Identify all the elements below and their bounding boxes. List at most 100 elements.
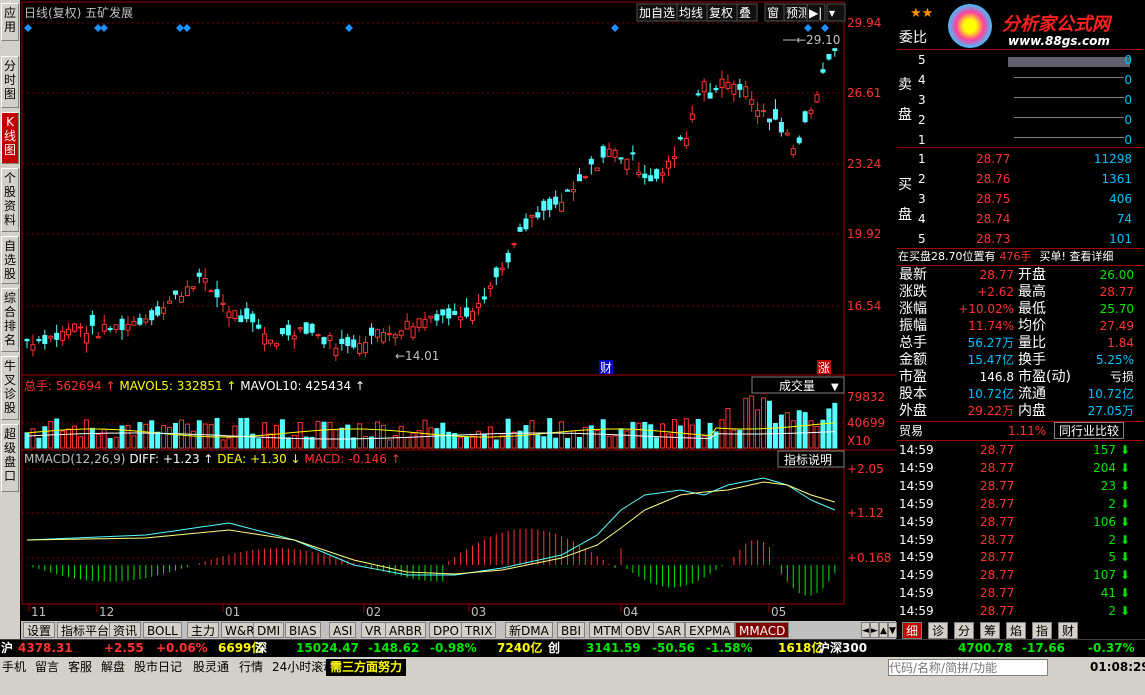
indicator-tab-1[interactable]: 指标平台 <box>57 622 114 638</box>
right-tab-5[interactable]: 指 <box>1032 622 1053 639</box>
candle-body <box>713 87 719 91</box>
sell-volume: 0 <box>1124 93 1132 107</box>
volume-bar <box>671 419 677 449</box>
indicator-tab-16[interactable]: OBV <box>621 622 655 638</box>
volume-axis-label: X10 <box>847 434 871 448</box>
brand-name: 分析家公式网 <box>1002 14 1110 35</box>
left-tab-6[interactable]: 牛叉诊股 <box>1 356 19 420</box>
candle-body <box>618 157 624 160</box>
tick-time: 14:59 <box>899 443 934 457</box>
indicator-tab-0[interactable]: 设置 <box>23 622 56 638</box>
tick-time: 14:59 <box>899 496 934 511</box>
stat-value: 27.49 <box>1099 319 1134 333</box>
left-tab-2[interactable]: K线图 <box>1 112 19 164</box>
right-tab-4[interactable]: 焰 <box>1006 622 1027 639</box>
big-order-notice[interactable]: 在买盘28.70位置有 476手 买单! 查看详细 <box>898 248 1113 265</box>
tab-scroll-icon[interactable]: ▲ <box>879 622 888 638</box>
indicator-tab-18[interactable]: EXPMA <box>685 622 735 638</box>
candle-body <box>701 81 707 93</box>
volume-bar <box>66 428 72 449</box>
weibi-label: 委比 <box>899 30 927 46</box>
kline-chart[interactable]: 29.94 26.61 23.24 19.92 16.54 日线(复权) 五矿发展 加自选均… <box>21 0 896 620</box>
footer-item-2[interactable]: 客服 <box>68 659 92 676</box>
limit-up-marker[interactable]: 涨 <box>818 360 830 375</box>
tab-scroll-icon[interactable]: ◄ <box>861 622 870 638</box>
stat-value: 15.47亿 <box>967 353 1014 367</box>
stat-value: 10.72亿 <box>1087 387 1134 401</box>
left-tab-5[interactable]: 综合排名 <box>1 288 19 352</box>
search-input[interactable] <box>888 659 1048 676</box>
right-tab-0[interactable]: 细 <box>902 622 923 639</box>
tab-scroll-icon[interactable]: ► <box>870 622 879 638</box>
footer-item-1[interactable]: 留言 <box>35 659 59 676</box>
indicator-tab-19[interactable]: MMACD <box>735 622 790 638</box>
right-tab-1[interactable]: 诊 <box>928 622 949 639</box>
indicator-tab-10[interactable]: ARBR <box>385 622 427 638</box>
candle-body <box>743 86 749 98</box>
candle-body <box>131 321 137 326</box>
candle-body <box>493 267 499 278</box>
indicator-tab-2[interactable]: 资讯 <box>109 622 142 638</box>
footer-item-6[interactable]: 行情 <box>239 659 263 676</box>
indicator-tab-14[interactable]: BBI <box>557 622 586 638</box>
tick-time: 14:59 <box>899 568 934 583</box>
candle-body <box>541 200 547 211</box>
tick-volume: 2 <box>1108 532 1116 547</box>
finance-marker[interactable]: 财 <box>600 361 612 375</box>
footer-item-0[interactable]: 手机 <box>2 659 26 676</box>
x-axis-label: 01 <box>225 605 240 619</box>
candle-body <box>725 82 731 89</box>
volume-axis-label: 79832 <box>847 390 885 404</box>
volume-bar <box>410 432 416 449</box>
indicator-tab-9[interactable]: VR <box>361 622 386 638</box>
stat-label: 均价 <box>1018 318 1046 334</box>
tick-price: 28.77 <box>980 568 1015 583</box>
candle-body <box>600 146 606 158</box>
candle-body <box>594 167 600 172</box>
right-tab-3[interactable]: 筹 <box>980 622 1001 639</box>
indicator-tab-17[interactable]: SAR <box>653 622 686 638</box>
notice-detail-link[interactable]: 买单! 查看详细 <box>1040 250 1114 263</box>
volume-bar <box>226 437 232 449</box>
volume-bar <box>606 435 612 449</box>
candle-body <box>832 48 838 52</box>
volume-bar <box>113 436 119 449</box>
tick-price: 28.77 <box>980 550 1015 565</box>
footer-item-3[interactable]: 解盘 <box>101 659 125 676</box>
tab-scroll-icon[interactable]: ▼ <box>888 622 897 638</box>
star-icon[interactable]: ★★ <box>910 6 933 21</box>
news-ticker[interactable]: 需三方面努力 <box>326 659 407 676</box>
footer-item-4[interactable]: 股市日记 <box>134 659 182 676</box>
left-tab-1[interactable]: 分时图 <box>1 56 19 108</box>
candle-body <box>755 110 761 117</box>
right-tab-2[interactable]: 分 <box>954 622 975 639</box>
volume-bar <box>666 433 672 449</box>
candle-body <box>677 137 683 140</box>
candle-body <box>173 290 178 295</box>
indicator-tab-4[interactable]: 主力 <box>187 622 220 638</box>
left-tab-7[interactable]: 超级盘口 <box>1 424 19 492</box>
indicator-tab-11[interactable]: DPO <box>429 622 463 638</box>
left-tab-3[interactable]: 个股资料 <box>1 168 19 232</box>
indicator-tab-8[interactable]: ASI <box>329 622 357 638</box>
volume-bar <box>689 424 695 449</box>
left-tab-4[interactable]: 自选股 <box>1 236 19 284</box>
indicator-tab-15[interactable]: MTM <box>589 622 626 638</box>
footer-item-5[interactable]: 股灵通 <box>193 659 229 676</box>
candle-body <box>89 314 95 326</box>
indicator-tab-7[interactable]: BIAS <box>285 622 321 638</box>
sector-label[interactable]: 贸易 <box>899 423 923 440</box>
volume-bar <box>374 421 380 449</box>
right-tab-6[interactable]: 财 <box>1058 622 1079 639</box>
volume-bar <box>315 420 321 449</box>
indicator-tab-6[interactable]: DMI <box>253 622 285 638</box>
indicator-tab-12[interactable]: TRIX <box>461 622 497 638</box>
volume-bar <box>24 432 30 449</box>
sell-level: 1 <box>918 133 926 147</box>
industry-compare-button[interactable]: 同行业比较 <box>1054 422 1125 439</box>
indicator-tab-13[interactable]: 新DMA <box>505 622 553 638</box>
left-tab-0[interactable]: 应用 <box>1 3 19 41</box>
candle-body <box>434 314 440 321</box>
indicator-tab-3[interactable]: BOLL <box>143 622 182 638</box>
tick-time: 14:59 <box>899 478 934 493</box>
